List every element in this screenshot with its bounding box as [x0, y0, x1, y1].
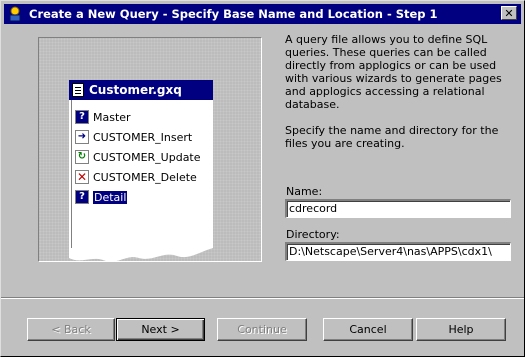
wizard-dialog: Create a New Query - Specify Base Name a… [0, 0, 525, 357]
directory-field[interactable]: D:\Netscape\Server4\nas\APPS\cdx1\ [285, 242, 511, 261]
description-text: A query file allows you to define SQL qu… [285, 33, 517, 150]
description-paragraph: A query file allows you to define SQL qu… [285, 33, 502, 111]
window-title: Create a New Query - Specify Base Name a… [29, 7, 438, 21]
directory-label: Directory: [286, 228, 340, 241]
tree-item-label: Master [93, 110, 131, 124]
close-icon: ✕ [504, 6, 514, 20]
app-icon [7, 6, 23, 22]
tree-item-delete: ✕ CUSTOMER_Delete [75, 168, 197, 186]
file-title: Customer.gxq [89, 83, 182, 97]
separator [1, 297, 524, 299]
title-bar[interactable]: Create a New Query - Specify Base Name a… [4, 4, 521, 24]
close-button[interactable]: ✕ [501, 6, 517, 20]
help-button[interactable]: Help [416, 318, 506, 341]
delete-x-icon: ✕ [75, 170, 89, 184]
question-icon: ? [75, 190, 89, 204]
file-header: Customer.gxq [69, 80, 213, 100]
tree-item-master: ? Master [75, 108, 131, 126]
update-refresh-icon: ↻ [75, 150, 89, 164]
document-icon [72, 83, 84, 97]
tree-item-label: CUSTOMER_Update [93, 150, 201, 164]
tree-connector [71, 100, 72, 248]
tree-item-label-selected: Detail [93, 190, 128, 204]
tree-item-update: ↻ CUSTOMER_Update [75, 148, 201, 166]
next-button[interactable]: Next > [116, 318, 205, 341]
tree-item-insert: ➜ CUSTOMER_Insert [75, 128, 192, 146]
description-paragraph: Specify the name and directory for the f… [285, 124, 499, 150]
continue-button[interactable]: Continue [217, 318, 307, 341]
tree-item-label: CUSTOMER_Delete [93, 170, 197, 184]
question-icon: ? [75, 110, 89, 124]
illustration-panel: Customer.gxq ? Master ➜ CUSTOMER_Insert … [38, 37, 262, 262]
name-field[interactable]: cdrecord [285, 199, 511, 218]
tree-item-detail: ? Detail [75, 188, 128, 206]
insert-arrow-icon: ➜ [75, 130, 89, 144]
back-button[interactable]: < Back [27, 318, 115, 341]
query-file-preview: Customer.gxq ? Master ➜ CUSTOMER_Insert … [69, 80, 213, 262]
cancel-button[interactable]: Cancel [323, 318, 413, 341]
name-label: Name: [286, 185, 323, 198]
tree-item-label: CUSTOMER_Insert [93, 130, 193, 144]
